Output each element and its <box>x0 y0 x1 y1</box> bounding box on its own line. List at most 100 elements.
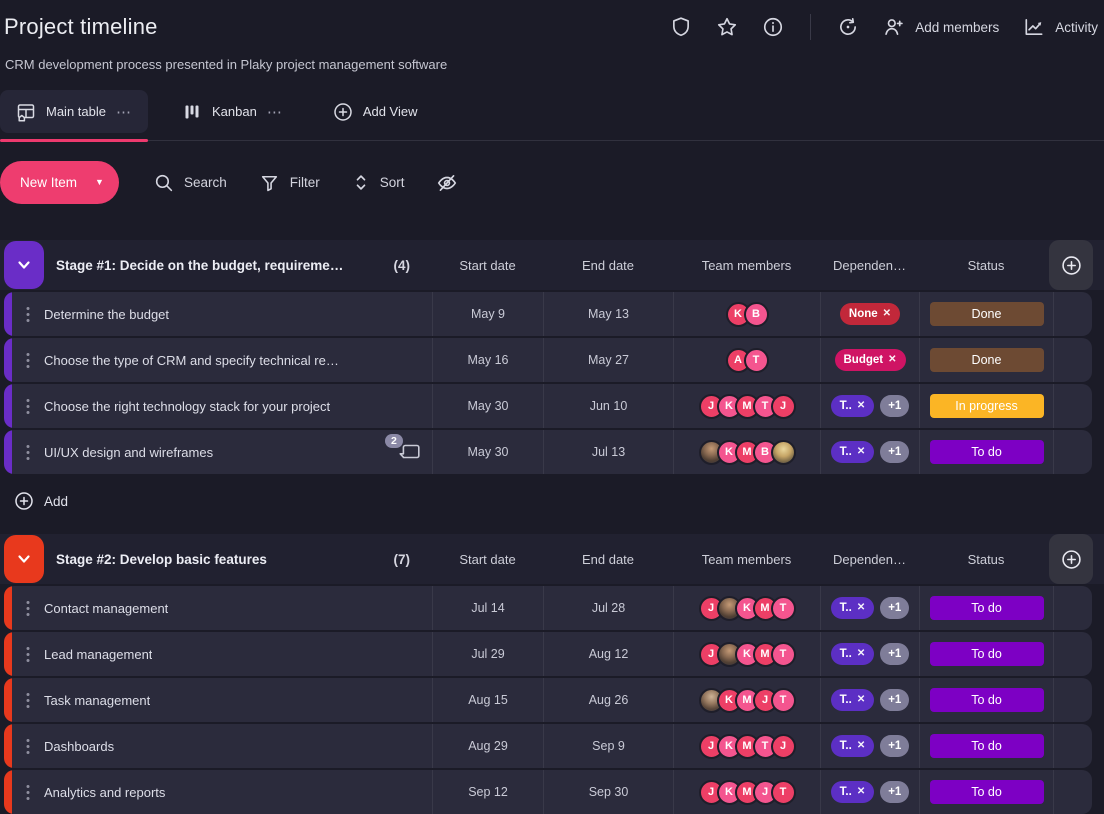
more-dependencies-badge[interactable]: +1 <box>880 441 909 463</box>
row-menu-button[interactable] <box>26 646 30 663</box>
more-dependencies-badge[interactable]: +1 <box>880 781 909 803</box>
row-menu-button[interactable] <box>26 444 30 461</box>
status-badge[interactable]: To do <box>930 642 1044 666</box>
add-column-button[interactable] <box>1049 240 1093 290</box>
status-badge[interactable]: Done <box>930 348 1044 372</box>
team-members-cell[interactable]: JKMT <box>673 586 820 630</box>
tab-menu-icon[interactable]: ⋯ <box>267 103 283 121</box>
task-name-cell[interactable]: Dashboards <box>4 724 432 768</box>
dependency-badge[interactable]: T..✕ <box>831 689 875 711</box>
task-name-cell[interactable]: Choose the right technology stack for yo… <box>4 384 432 428</box>
group-collapse-button[interactable] <box>4 535 44 583</box>
dependencies-cell[interactable]: None✕ <box>820 292 919 336</box>
dependency-badge[interactable]: T..✕ <box>831 395 875 417</box>
dependency-badge[interactable]: Budget✕ <box>835 349 906 371</box>
end-date-cell[interactable]: Aug 26 <box>543 678 673 722</box>
dependency-badge[interactable]: None✕ <box>840 303 900 325</box>
row-menu-button[interactable] <box>26 784 30 801</box>
hide-fields-button[interactable] <box>436 172 458 194</box>
row-menu-button[interactable] <box>26 738 30 755</box>
status-badge[interactable]: In progress <box>930 394 1044 418</box>
start-date-cell[interactable]: Aug 29 <box>432 724 543 768</box>
status-cell[interactable]: Done <box>919 292 1053 336</box>
row-menu-button[interactable] <box>26 306 30 323</box>
dependencies-cell[interactable]: T..✕+1 <box>820 770 919 814</box>
status-cell[interactable]: To do <box>919 770 1053 814</box>
end-date-cell[interactable]: May 13 <box>543 292 673 336</box>
dependencies-cell[interactable]: T..✕+1 <box>820 430 919 474</box>
start-date-cell[interactable]: May 16 <box>432 338 543 382</box>
tab-main-table[interactable]: Main table ⋯ <box>0 90 148 133</box>
status-badge[interactable]: Done <box>930 302 1044 326</box>
end-date-cell[interactable]: Jul 13 <box>543 430 673 474</box>
status-badge[interactable]: To do <box>930 734 1044 758</box>
comments-indicator[interactable]: 2 <box>397 442 420 463</box>
remove-dependency-icon[interactable]: ✕ <box>857 649 865 659</box>
remove-dependency-icon[interactable]: ✕ <box>857 401 865 411</box>
remove-dependency-icon[interactable]: ✕ <box>857 603 865 613</box>
dependencies-cell[interactable]: T..✕+1 <box>820 632 919 676</box>
team-members-cell[interactable]: JKMTJ <box>673 384 820 428</box>
sort-button[interactable]: Sort <box>352 172 405 193</box>
new-item-button[interactable]: New Item ▼ <box>0 161 119 204</box>
status-cell[interactable]: In progress <box>919 384 1053 428</box>
status-cell[interactable]: To do <box>919 586 1053 630</box>
task-name-cell[interactable]: Determine the budget <box>4 292 432 336</box>
status-badge[interactable]: To do <box>930 440 1044 464</box>
task-name-cell[interactable]: Contact management <box>4 586 432 630</box>
task-name-cell[interactable]: Choose the type of CRM and specify techn… <box>4 338 432 382</box>
dependencies-cell[interactable]: T..✕+1 <box>820 384 919 428</box>
dependency-badge[interactable]: T..✕ <box>831 441 875 463</box>
dependency-badge[interactable]: T..✕ <box>831 781 875 803</box>
more-dependencies-badge[interactable]: +1 <box>880 395 909 417</box>
add-members-button[interactable]: Add members <box>883 16 999 38</box>
more-dependencies-badge[interactable]: +1 <box>880 689 909 711</box>
remove-dependency-icon[interactable]: ✕ <box>857 447 865 457</box>
team-members-cell[interactable]: AT <box>673 338 820 382</box>
end-date-cell[interactable]: Jun 10 <box>543 384 673 428</box>
task-name-cell[interactable]: Analytics and reports <box>4 770 432 814</box>
status-cell[interactable]: Done <box>919 338 1053 382</box>
start-date-cell[interactable]: May 30 <box>432 384 543 428</box>
group-collapse-button[interactable] <box>4 241 44 289</box>
task-name-cell[interactable]: UI/UX design and wireframes2 <box>4 430 432 474</box>
more-dependencies-badge[interactable]: +1 <box>880 735 909 757</box>
tab-kanban[interactable]: Kanban ⋯ <box>166 90 299 133</box>
status-cell[interactable]: To do <box>919 678 1053 722</box>
end-date-cell[interactable]: Jul 28 <box>543 586 673 630</box>
filter-button[interactable]: Filter <box>259 172 320 193</box>
sync-icon[interactable] <box>837 16 859 38</box>
dependencies-cell[interactable]: T..✕+1 <box>820 678 919 722</box>
add-item-button[interactable]: Add <box>14 486 68 516</box>
status-cell[interactable]: To do <box>919 632 1053 676</box>
row-menu-button[interactable] <box>26 352 30 369</box>
status-badge[interactable]: To do <box>930 596 1044 620</box>
status-cell[interactable]: To do <box>919 430 1053 474</box>
end-date-cell[interactable]: Aug 12 <box>543 632 673 676</box>
remove-dependency-icon[interactable]: ✕ <box>857 741 865 751</box>
remove-dependency-icon[interactable]: ✕ <box>857 787 865 797</box>
task-name-cell[interactable]: Lead management <box>4 632 432 676</box>
dependency-badge[interactable]: T..✕ <box>831 643 875 665</box>
tab-add-view[interactable]: Add View <box>317 90 434 133</box>
start-date-cell[interactable]: Aug 15 <box>432 678 543 722</box>
search-button[interactable]: Search <box>153 172 227 193</box>
caret-down-icon[interactable]: ▼ <box>95 178 104 187</box>
task-name-cell[interactable]: Task management <box>4 678 432 722</box>
team-members-cell[interactable]: KMB <box>673 430 820 474</box>
dependencies-cell[interactable]: Budget✕ <box>820 338 919 382</box>
tab-menu-icon[interactable]: ⋯ <box>116 103 132 121</box>
dependency-badge[interactable]: T..✕ <box>831 735 875 757</box>
row-menu-button[interactable] <box>26 692 30 709</box>
more-dependencies-badge[interactable]: +1 <box>880 643 909 665</box>
status-badge[interactable]: To do <box>930 688 1044 712</box>
team-members-cell[interactable]: JKMJT <box>673 770 820 814</box>
team-members-cell[interactable]: KB <box>673 292 820 336</box>
team-members-cell[interactable]: JKMT <box>673 632 820 676</box>
start-date-cell[interactable]: Sep 12 <box>432 770 543 814</box>
more-dependencies-badge[interactable]: +1 <box>880 597 909 619</box>
end-date-cell[interactable]: May 27 <box>543 338 673 382</box>
start-date-cell[interactable]: May 9 <box>432 292 543 336</box>
status-badge[interactable]: To do <box>930 780 1044 804</box>
dependency-badge[interactable]: T..✕ <box>831 597 875 619</box>
